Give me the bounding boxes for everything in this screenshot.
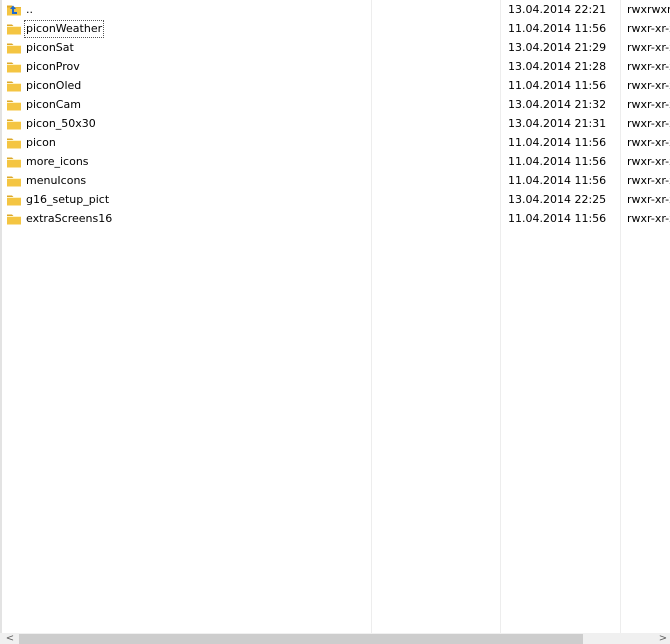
file-name-cell[interactable]: picon — [6, 133, 58, 152]
file-name-cell[interactable]: piconSat — [6, 38, 76, 57]
file-permissions: rwxr-xr-x — [627, 98, 670, 111]
file-name-cell[interactable]: .. — [6, 0, 35, 19]
file-row[interactable]: g16_setup_pict 13.04.2014 22:25 rwxr-xr-x — [0, 190, 670, 209]
file-row[interactable]: piconProv 13.04.2014 21:28 rwxr-xr-x — [0, 57, 670, 76]
file-permissions: rwxr-xr-x — [627, 155, 670, 168]
file-name-cell[interactable]: piconCam — [6, 95, 83, 114]
file-permissions: rwxr-xr-x — [627, 212, 670, 225]
file-modified-date: 11.04.2014 11:56 — [508, 155, 607, 168]
file-permissions: rwxr-xr-x — [627, 41, 670, 54]
file-name[interactable]: picon_50x30 — [24, 115, 98, 133]
file-name[interactable]: extraScreens16 — [24, 210, 114, 228]
file-row[interactable]: piconOled 11.04.2014 11:56 rwxr-xr-x — [0, 76, 670, 95]
file-name[interactable]: piconCam — [24, 96, 83, 114]
folder-icon — [6, 40, 22, 56]
scroll-left-arrow[interactable]: < — [3, 633, 17, 644]
folder-icon — [6, 116, 22, 132]
file-name-cell[interactable]: piconOled — [6, 76, 83, 95]
file-permissions: rwxr-xr-x — [627, 117, 670, 130]
file-modified-date: 11.04.2014 11:56 — [508, 22, 607, 35]
file-permissions: rwxr-xr-x — [627, 136, 670, 149]
file-name-cell[interactable]: piconWeather — [6, 19, 105, 38]
file-modified-date: 13.04.2014 21:32 — [508, 98, 607, 111]
file-name-cell[interactable]: piconProv — [6, 57, 82, 76]
file-permissions: rwxr-xr-x — [627, 60, 670, 73]
file-modified-date: 13.04.2014 22:25 — [508, 193, 607, 206]
file-name[interactable]: picon — [24, 134, 58, 152]
folder-up-icon — [6, 2, 22, 18]
parent-directory-row[interactable]: .. 13.04.2014 22:21 rwxrwxrwx — [0, 0, 670, 19]
file-modified-date: 11.04.2014 11:56 — [508, 174, 607, 187]
file-name-cell[interactable]: menuIcons — [6, 171, 88, 190]
folder-icon — [6, 78, 22, 94]
file-name[interactable]: menuIcons — [24, 172, 88, 190]
file-row[interactable]: piconSat 13.04.2014 21:29 rwxr-xr-x — [0, 38, 670, 57]
file-modified-date: 11.04.2014 11:56 — [508, 79, 607, 92]
file-modified-date: 13.04.2014 21:29 — [508, 41, 607, 54]
folder-icon — [6, 211, 22, 227]
folder-icon — [6, 97, 22, 113]
file-row[interactable]: picon_50x30 13.04.2014 21:31 rwxr-xr-x — [0, 114, 670, 133]
file-row[interactable]: extraScreens16 11.04.2014 11:56 rwxr-xr-x — [0, 209, 670, 228]
file-name[interactable]: piconWeather — [24, 19, 105, 38]
scroll-thumb[interactable] — [19, 634, 583, 644]
file-name[interactable]: more_icons — [24, 153, 91, 171]
file-modified-date: 13.04.2014 22:21 — [508, 3, 607, 16]
file-row[interactable]: piconWeather 11.04.2014 11:56 rwxr-xr-x — [0, 19, 670, 38]
file-modified-date: 13.04.2014 21:31 — [508, 117, 607, 130]
folder-icon — [6, 192, 22, 208]
scroll-right-arrow[interactable]: > — [656, 633, 670, 644]
file-name[interactable]: piconOled — [24, 77, 83, 95]
folder-icon — [6, 59, 22, 75]
file-row[interactable]: more_icons 11.04.2014 11:56 rwxr-xr-x — [0, 152, 670, 171]
file-modified-date: 11.04.2014 11:56 — [508, 136, 607, 149]
file-name-cell[interactable]: picon_50x30 — [6, 114, 98, 133]
file-permissions: rwxrwxrwx — [627, 3, 670, 16]
file-name-cell[interactable]: more_icons — [6, 152, 91, 171]
file-rows: .. 13.04.2014 22:21 rwxrwxrwx piconWeather 1… — [0, 0, 670, 228]
file-modified-date: 11.04.2014 11:56 — [508, 212, 607, 225]
folder-icon — [6, 135, 22, 151]
file-row[interactable]: piconCam 13.04.2014 21:32 rwxr-xr-x — [0, 95, 670, 114]
file-permissions: rwxr-xr-x — [627, 22, 670, 35]
folder-icon — [6, 154, 22, 170]
file-permissions: rwxr-xr-x — [627, 79, 670, 92]
file-modified-date: 13.04.2014 21:28 — [508, 60, 607, 73]
file-row[interactable]: picon 11.04.2014 11:56 rwxr-xr-x — [0, 133, 670, 152]
file-permissions: rwxr-xr-x — [627, 193, 670, 206]
folder-icon — [6, 21, 22, 37]
file-row[interactable]: menuIcons 11.04.2014 11:56 rwxr-xr-x — [0, 171, 670, 190]
horizontal-scrollbar[interactable]: < > — [0, 633, 670, 644]
file-name[interactable]: .. — [24, 1, 35, 19]
file-name-cell[interactable]: extraScreens16 — [6, 209, 114, 228]
file-name[interactable]: piconProv — [24, 58, 82, 76]
remote-file-list[interactable]: .. 13.04.2014 22:21 rwxrwxrwx piconWeather 1… — [0, 0, 670, 644]
file-name[interactable]: piconSat — [24, 39, 76, 57]
folder-icon — [6, 173, 22, 189]
file-name-cell[interactable]: g16_setup_pict — [6, 190, 111, 209]
file-permissions: rwxr-xr-x — [627, 174, 670, 187]
file-name[interactable]: g16_setup_pict — [24, 191, 111, 209]
